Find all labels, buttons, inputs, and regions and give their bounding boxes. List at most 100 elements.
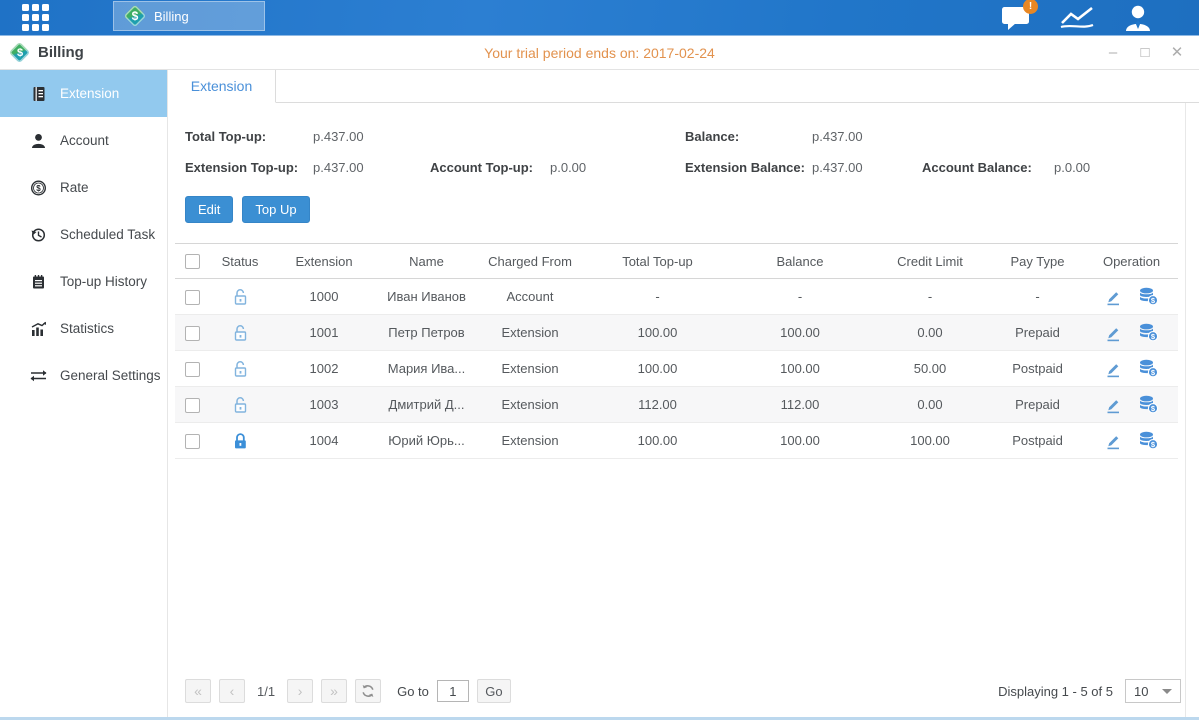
status-cell bbox=[210, 315, 270, 351]
edit-row-button[interactable] bbox=[1104, 396, 1122, 414]
pay-type-cell: Prepaid bbox=[990, 315, 1085, 351]
total-topup-value: p.437.00 bbox=[313, 129, 430, 144]
column-header-total-topup: Total Top-up bbox=[585, 244, 730, 279]
summary-panel: Total Top-up: p.437.00 Extension Top-up:… bbox=[175, 103, 1185, 183]
table-row[interactable]: 1003 Дмитрий Д... Extension 112.00 112.0… bbox=[175, 387, 1178, 423]
total-topup-cell: 100.00 bbox=[585, 423, 730, 459]
close-button[interactable]: ✕ bbox=[1169, 45, 1185, 61]
unlocked-icon bbox=[232, 288, 249, 306]
pagination-bar: « ‹ 1/1 › » bbox=[175, 665, 1185, 717]
table-header-row: Status Extension Name Charged From Total… bbox=[175, 244, 1178, 279]
edit-button[interactable]: Edit bbox=[185, 196, 233, 223]
balance-cell: 100.00 bbox=[730, 315, 870, 351]
topup-row-button[interactable]: $ bbox=[1138, 431, 1159, 450]
maximize-button[interactable]: □ bbox=[1137, 45, 1153, 61]
account-person-icon bbox=[30, 133, 47, 149]
topup-row-button[interactable]: $ bbox=[1138, 359, 1159, 378]
total-topup-cell: 100.00 bbox=[585, 351, 730, 387]
billing-app-window: $ Billing ! bbox=[0, 0, 1199, 720]
table-row[interactable]: 1002 Мария Ива... Extension 100.00 100.0… bbox=[175, 351, 1178, 387]
sidebar-item-label: Scheduled Task bbox=[60, 227, 155, 242]
go-button[interactable]: Go bbox=[477, 679, 511, 703]
goto-page-input[interactable] bbox=[437, 680, 469, 702]
svg-text:$: $ bbox=[36, 184, 41, 193]
statistics-chart-icon bbox=[30, 321, 47, 337]
sidebar-item-label: Rate bbox=[60, 180, 89, 195]
first-page-button[interactable]: « bbox=[185, 679, 211, 703]
extension-table: Status Extension Name Charged From Total… bbox=[175, 243, 1185, 459]
credit-limit-cell: - bbox=[870, 279, 990, 315]
displaying-count-text: Displaying 1 - 5 of 5 bbox=[998, 684, 1113, 699]
row-checkbox[interactable] bbox=[185, 290, 200, 305]
pay-type-cell: Postpaid bbox=[990, 351, 1085, 387]
select-all-checkbox[interactable] bbox=[185, 254, 200, 269]
edit-pencil-icon bbox=[1104, 432, 1122, 450]
edit-row-button[interactable] bbox=[1104, 288, 1122, 306]
topup-coins-icon: $ bbox=[1138, 287, 1159, 306]
topup-row-button[interactable]: $ bbox=[1138, 287, 1159, 306]
balance-cell: 100.00 bbox=[730, 351, 870, 387]
edit-row-button[interactable] bbox=[1104, 360, 1122, 378]
name-cell: Петр Петров bbox=[378, 315, 475, 351]
apps-launcher-button[interactable] bbox=[0, 0, 70, 35]
sidebar-item-statistics[interactable]: Statistics bbox=[0, 305, 167, 352]
system-top-bar: $ Billing ! bbox=[0, 0, 1199, 36]
topup-row-button[interactable]: $ bbox=[1138, 323, 1159, 342]
column-header-charged-from: Charged From bbox=[475, 244, 585, 279]
sidebar-item-rate[interactable]: $ Rate bbox=[0, 164, 167, 211]
sidebar-item-label: Extension bbox=[60, 86, 119, 101]
total-topup-cell: - bbox=[585, 279, 730, 315]
tab-extension[interactable]: Extension bbox=[168, 70, 276, 103]
notification-badge: ! bbox=[1023, 0, 1038, 14]
balance-cell: - bbox=[730, 279, 870, 315]
sidebar-item-scheduled-task[interactable]: Scheduled Task bbox=[0, 211, 167, 258]
row-checkbox[interactable] bbox=[185, 398, 200, 413]
main-panel: Extension Total Top-up: p.437.00 Extensi… bbox=[168, 70, 1199, 717]
balance-value: p.437.00 bbox=[812, 129, 922, 144]
row-checkbox[interactable] bbox=[185, 326, 200, 341]
sidebar-item-account[interactable]: Account bbox=[0, 117, 167, 164]
topup-coins-icon: $ bbox=[1138, 359, 1159, 378]
table-row[interactable]: 1004 Юрий Юрь... Extension 100.00 100.00… bbox=[175, 423, 1178, 459]
topup-row-button[interactable]: $ bbox=[1138, 395, 1159, 414]
account-topup-value: p.0.00 bbox=[550, 160, 586, 175]
extension-cell: 1004 bbox=[270, 423, 378, 459]
user-account-button[interactable] bbox=[1123, 4, 1153, 31]
topup-history-notebook-icon bbox=[30, 274, 47, 290]
line-chart-icon bbox=[1059, 5, 1095, 31]
page-size-select[interactable]: 10 bbox=[1125, 679, 1181, 703]
next-page-button[interactable]: › bbox=[287, 679, 313, 703]
topup-coins-icon: $ bbox=[1138, 323, 1159, 342]
table-row[interactable]: 1000 Иван Иванов Account - - - - bbox=[175, 279, 1178, 315]
status-cell bbox=[210, 423, 270, 459]
row-checkbox[interactable] bbox=[185, 362, 200, 377]
prev-page-button[interactable]: ‹ bbox=[219, 679, 245, 703]
edit-row-button[interactable] bbox=[1104, 324, 1122, 342]
notifications-button[interactable]: ! bbox=[1001, 5, 1031, 31]
statistics-topbar-button[interactable] bbox=[1059, 5, 1095, 31]
topup-button[interactable]: Top Up bbox=[242, 196, 309, 223]
credit-limit-cell: 100.00 bbox=[870, 423, 990, 459]
billing-window-icon: $ bbox=[10, 43, 30, 63]
table-row[interactable]: 1001 Петр Петров Extension 100.00 100.00… bbox=[175, 315, 1178, 351]
total-topup-cell: 100.00 bbox=[585, 315, 730, 351]
rate-dollar-circle-icon: $ bbox=[30, 180, 47, 196]
credit-limit-cell: 50.00 bbox=[870, 351, 990, 387]
last-page-button[interactable]: » bbox=[321, 679, 347, 703]
trial-notice: Your trial period ends on: 2017-02-24 bbox=[0, 45, 1199, 61]
refresh-icon bbox=[361, 684, 375, 698]
sidebar-item-topup-history[interactable]: Top-up History bbox=[0, 258, 167, 305]
tab-strip: Extension bbox=[168, 70, 1199, 103]
column-header-name: Name bbox=[378, 244, 475, 279]
sidebar-item-general-settings[interactable]: General Settings bbox=[0, 352, 167, 399]
name-cell: Юрий Юрь... bbox=[378, 423, 475, 459]
refresh-button[interactable] bbox=[355, 679, 381, 703]
minimize-button[interactable]: – bbox=[1105, 45, 1121, 61]
sidebar-item-extension[interactable]: Extension bbox=[0, 70, 167, 117]
balance-cell: 112.00 bbox=[730, 387, 870, 423]
general-settings-sliders-icon bbox=[30, 368, 47, 384]
row-checkbox[interactable] bbox=[185, 434, 200, 449]
apps-grid-icon bbox=[22, 4, 49, 31]
taskbar-item-billing[interactable]: $ Billing bbox=[113, 1, 265, 31]
edit-row-button[interactable] bbox=[1104, 432, 1122, 450]
